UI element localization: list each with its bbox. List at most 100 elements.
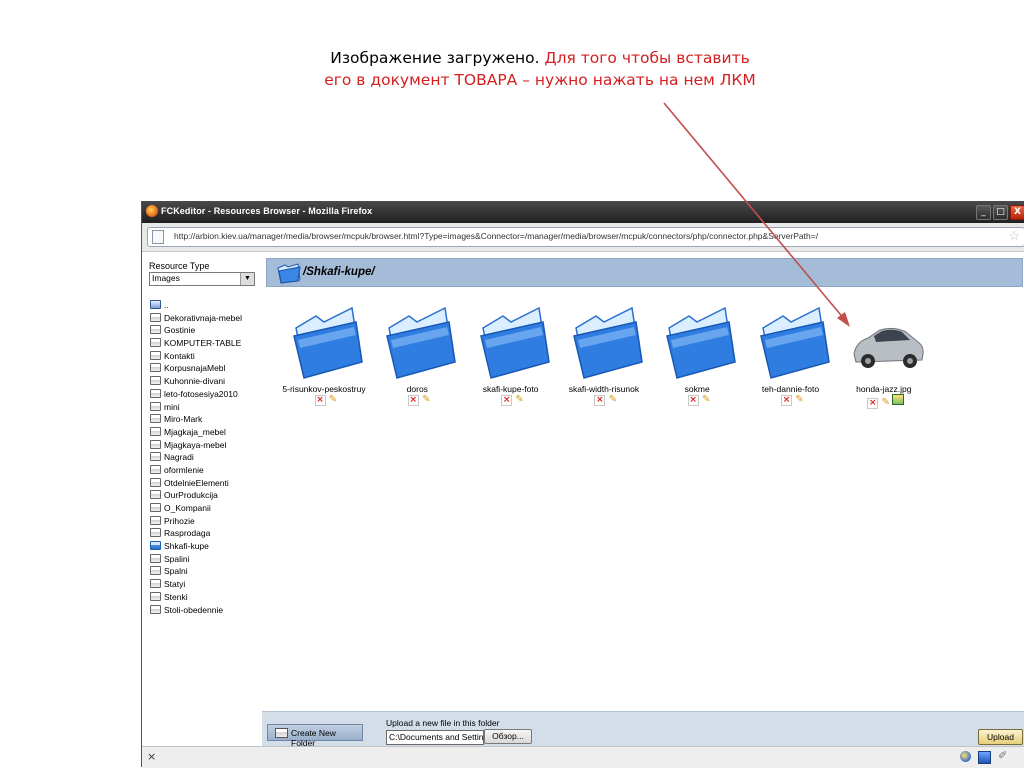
file-item-folder[interactable]: 5-risunkov-peskostruy × ✎ [276,302,368,412]
file-item-folder[interactable]: skafi-kupe-foto × ✎ [463,302,555,412]
folder-icon[interactable] [757,302,833,380]
tree-item[interactable]: Statyi [150,579,242,592]
address-bar: http://arbion.kiev.ua/manager/media/brow… [142,223,1024,252]
tree-item[interactable]: Miro-Mark [150,414,242,427]
rename-icon[interactable]: ✎ [422,395,431,406]
tree-item[interactable]: Shkafi-kupe [150,541,242,554]
folder-icon[interactable] [570,302,646,380]
bottom-toolbar: Create New Folder Upload a new file in t… [262,711,1024,748]
file-actions: × ✎ [836,394,936,409]
tree-item[interactable]: KorpusnajaMebl [150,363,242,376]
maximize-button[interactable]: □ [993,205,1008,220]
tree-item-label: KorpusnajaMebl [164,363,226,374]
tree-item-label: leto-fotosesiya2010 [164,388,238,399]
tree-item[interactable]: Dekorativnaja-mebel [150,312,242,326]
folder-icon [150,312,161,322]
window-titlebar: FCKeditor - Resources Browser - Mozilla … [142,201,1024,223]
tree-item[interactable]: OtdelnieElementi [150,477,242,491]
folder-icon [150,604,161,614]
tree-item[interactable]: KOMPUTER-TABLE [150,338,242,351]
tree-item-label: Stoli-obedennie [164,604,224,615]
annotation-caption: Изображение загружено. Для того чтобы вс… [300,47,780,91]
file-item-folder[interactable]: sokme × ✎ [649,302,741,412]
file-item-folder[interactable]: skafi-width-risunok × ✎ [556,302,648,412]
chevron-down-icon: ▼ [240,273,254,285]
file-actions: × ✎ [369,394,469,406]
upload-file-value: C:\Documents and Settings [389,732,484,742]
browse-button[interactable]: Обзор... [484,729,532,744]
bookmark-star-icon[interactable]: ☆ [1008,229,1020,243]
close-window-button[interactable]: X [1010,205,1024,220]
delete-icon[interactable]: × [501,395,513,406]
file-name[interactable]: skafi-kupe-foto [461,384,561,394]
rename-icon[interactable]: ✎ [515,395,524,406]
file-item-folder[interactable]: doros × ✎ [369,302,461,412]
image-thumbnail[interactable] [850,316,926,394]
folder-icon[interactable] [477,302,553,380]
tree-item[interactable]: OurProdukcija [150,490,242,503]
folder-icon [150,452,161,462]
file-actions: × ✎ [556,394,656,406]
tree-item[interactable]: Nagradi [150,452,242,465]
tree-item-label: Statyi [164,579,186,590]
tree-item[interactable]: Stenki [150,591,242,605]
image-edit-icon[interactable] [892,394,905,405]
tree-item[interactable]: Spalni [150,566,242,579]
upload-label: Upload a new file in this folder [386,718,500,728]
file-name[interactable]: skafi-width-risunok [554,384,654,394]
rename-icon[interactable]: ✎ [881,398,890,409]
tree-item[interactable]: Kuhonnie-divani [150,376,242,389]
folder-icon [150,325,161,335]
file-name[interactable]: 5-risunkov-peskostruy [274,384,374,394]
upload-file-input[interactable]: C:\Documents and Settings [386,730,484,745]
folder-icon[interactable] [383,302,459,380]
rename-icon[interactable]: ✎ [795,395,804,406]
tree-item-label: Kuhonnie-divani [164,376,225,387]
globe-status-icon [960,751,971,762]
tree-item[interactable]: Kontakti [150,350,242,364]
tree-item[interactable]: Mjagkaya-mebel [150,439,242,453]
rename-icon[interactable]: ✎ [329,395,338,406]
tree-item[interactable]: oformlenie [150,464,242,478]
url-field[interactable]: http://arbion.kiev.ua/manager/media/brow… [147,227,1024,247]
folder-icon[interactable] [290,302,366,380]
tree-item[interactable]: Mjagkaja_mebel [150,426,242,440]
delete-icon[interactable]: × [314,395,326,406]
delete-icon[interactable]: × [687,395,699,406]
rename-icon[interactable]: ✎ [608,395,617,406]
current-path-bar: /Shkafi-kupe/ [266,258,1023,287]
tree-item-label: Kontakti [164,350,195,361]
tree-item[interactable]: O_Kompanii [150,503,242,516]
file-item-folder[interactable]: teh-dannie-foto × ✎ [743,302,835,412]
file-name[interactable]: doros [367,384,467,394]
folder-icon [150,579,161,589]
file-actions: × ✎ [649,394,749,406]
tree-item[interactable]: leto-fotosesiya2010 [150,388,242,402]
window-title: FCKeditor - Resources Browser - Mozilla … [161,206,373,216]
rename-icon[interactable]: ✎ [702,395,711,406]
minimize-button[interactable]: _ [976,205,991,220]
file-name[interactable]: sokme [647,384,747,394]
file-name[interactable]: teh-dannie-foto [741,384,841,394]
tree-item[interactable]: Prihozie [150,515,242,529]
folder-icon[interactable] [663,302,739,380]
delete-icon[interactable]: × [407,395,419,406]
tree-item[interactable]: Gostinie [150,325,242,338]
folder-icon [150,439,161,449]
folder-icon [150,553,161,563]
tree-item[interactable]: Rasprodaga [150,528,242,541]
file-name[interactable]: honda-jazz.jpg [834,384,934,394]
delete-icon[interactable]: × [781,395,792,406]
tree-item[interactable]: .. [150,300,242,313]
tree-item[interactable]: mini [150,401,242,415]
delete-icon[interactable]: × [867,398,879,409]
resource-type-select[interactable]: Images ▼ [149,272,255,286]
tree-item[interactable]: Spalini [150,553,242,567]
tree-item[interactable]: Stoli-obedennie [150,604,242,618]
file-item-image[interactable]: honda-jazz.jpg × ✎ [836,302,928,412]
folder-icon [150,338,161,348]
delete-icon[interactable]: × [594,395,606,406]
close-status-icon[interactable]: × [147,750,156,763]
create-new-folder-button[interactable]: Create New Folder [267,724,363,748]
upload-button[interactable]: Upload [978,729,1023,745]
